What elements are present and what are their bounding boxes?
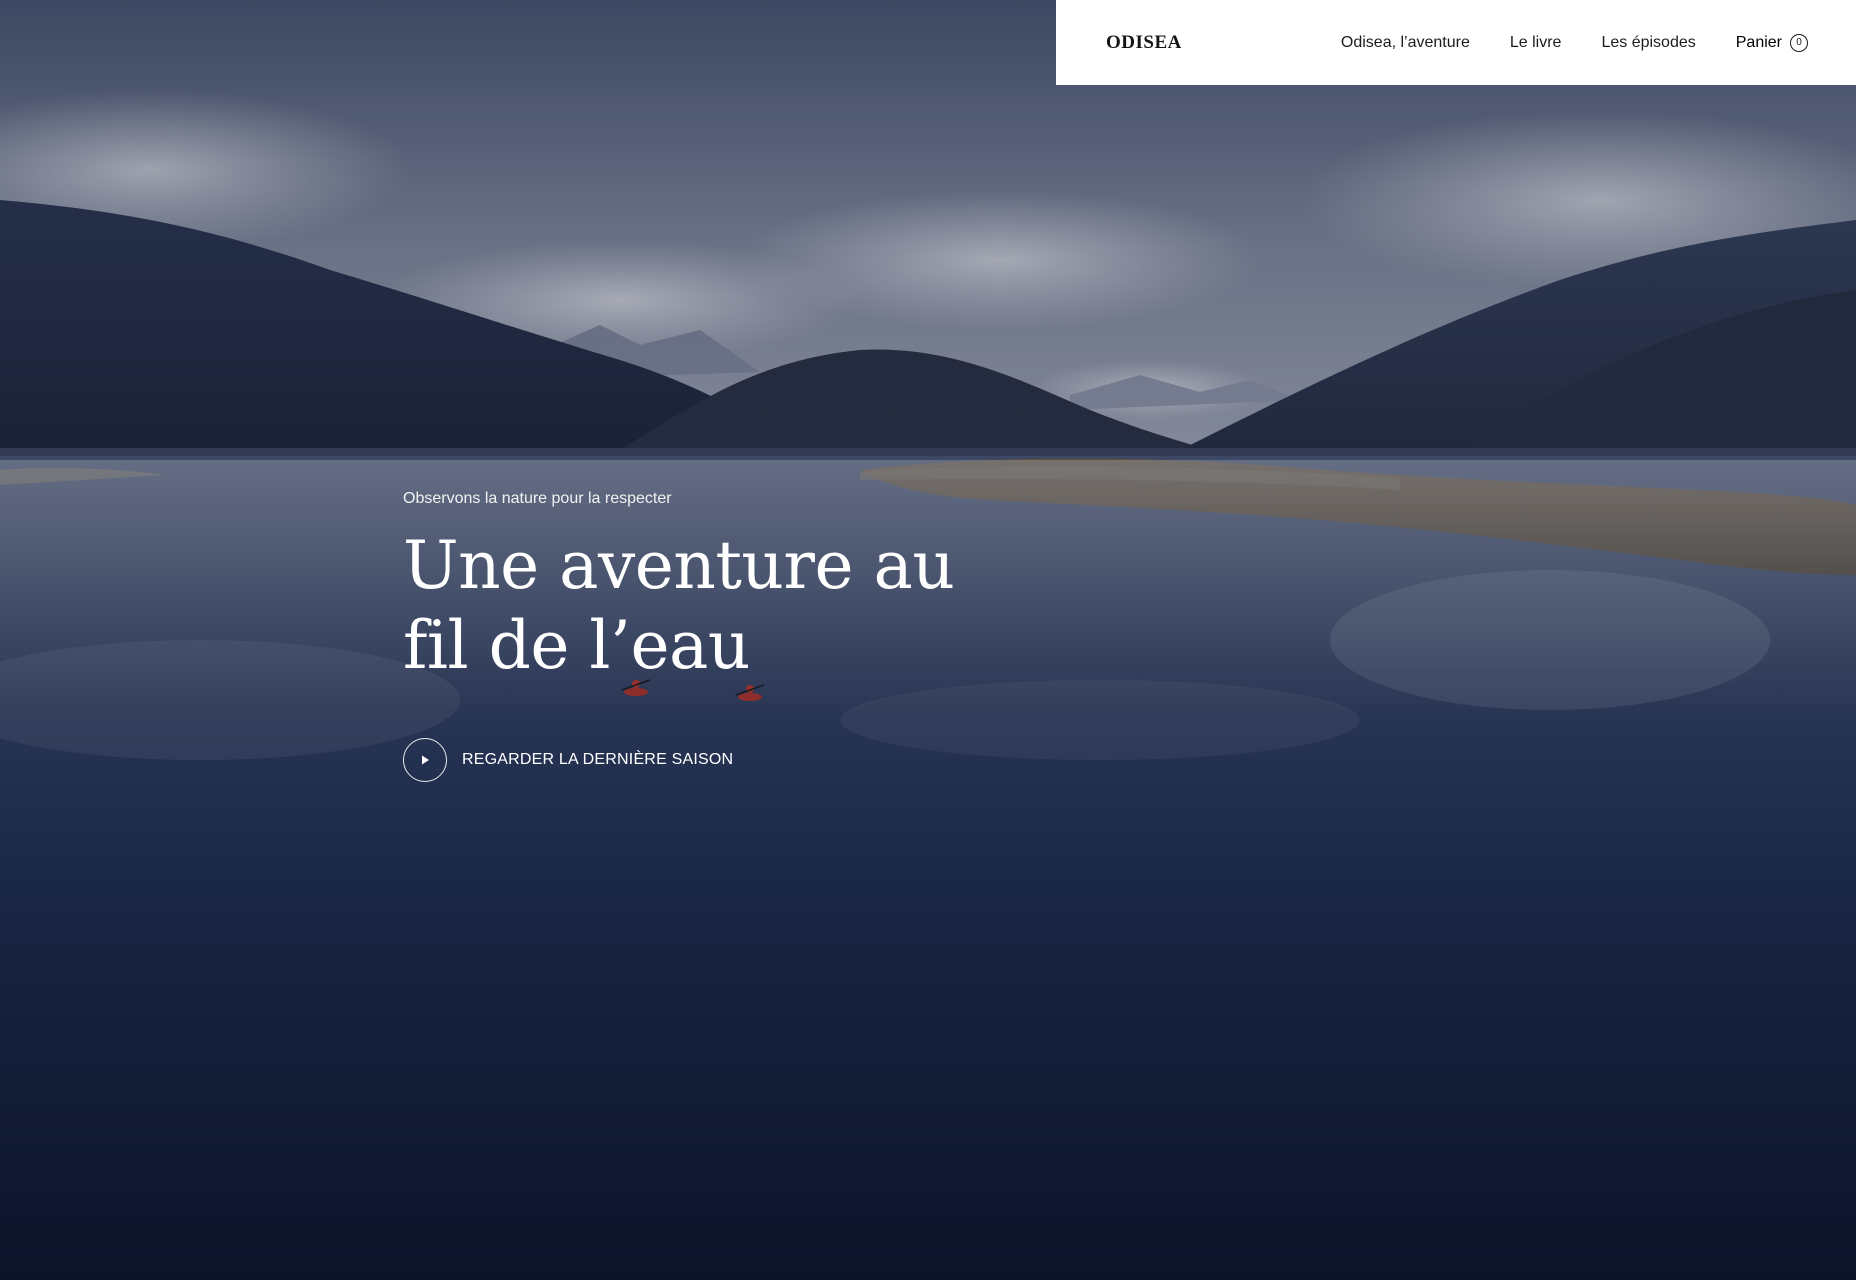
nav-link-livre[interactable]: Le livre — [1510, 34, 1562, 52]
nav-link-episodes[interactable]: Les épisodes — [1601, 34, 1695, 52]
site-logo[interactable]: ODISEA — [1106, 32, 1182, 54]
site-header: ODISEA Odisea, l’aventure Le livre Les é… — [1056, 0, 1856, 85]
hero-headline-line-2: fil de l’eau — [403, 607, 750, 684]
cart-button[interactable]: Panier 0 — [1735, 33, 1808, 52]
hero-headline: Une aventure au fil de l’eau — [403, 526, 1023, 686]
watch-latest-season-label: REGARDER LA DERNIÈRE SAISON — [462, 751, 734, 768]
main-navigation: Odisea, l’aventure Le livre Les épisodes… — [1341, 33, 1808, 52]
cart-label: Panier — [1735, 33, 1782, 51]
hero-eyebrow: Observons la nature pour la respecter — [403, 490, 672, 507]
hero-content: Observons la nature pour la respecter Un… — [403, 490, 1023, 782]
cart-count-badge: 0 — [1790, 33, 1808, 52]
watch-latest-season-button[interactable]: REGARDER LA DERNIÈRE SAISON — [403, 738, 733, 782]
hero-headline-line-1: Une aventure au — [403, 527, 955, 604]
play-icon[interactable] — [403, 738, 447, 782]
nav-link-aventure[interactable]: Odisea, l’aventure — [1341, 34, 1470, 52]
page: ODISEA Odisea, l’aventure Le livre Les é… — [0, 0, 1856, 1280]
